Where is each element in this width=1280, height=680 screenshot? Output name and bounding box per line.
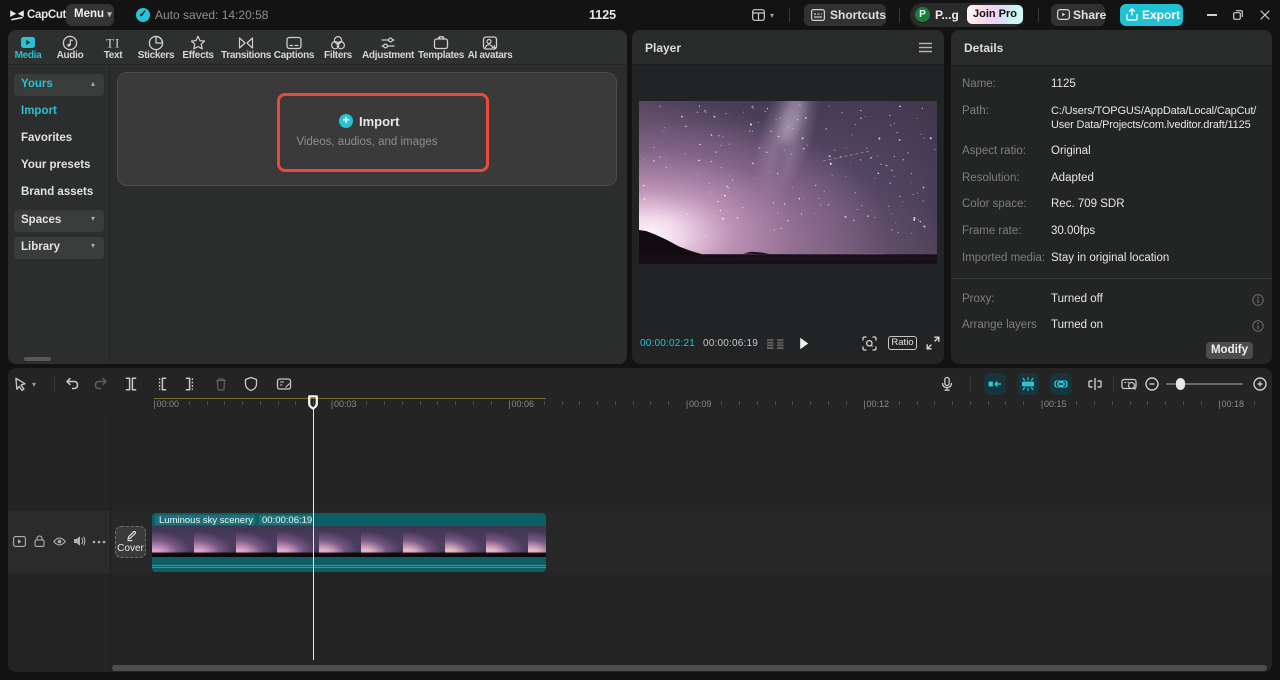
svg-text:I: I [115,36,119,51]
svg-text:T: T [106,36,114,51]
